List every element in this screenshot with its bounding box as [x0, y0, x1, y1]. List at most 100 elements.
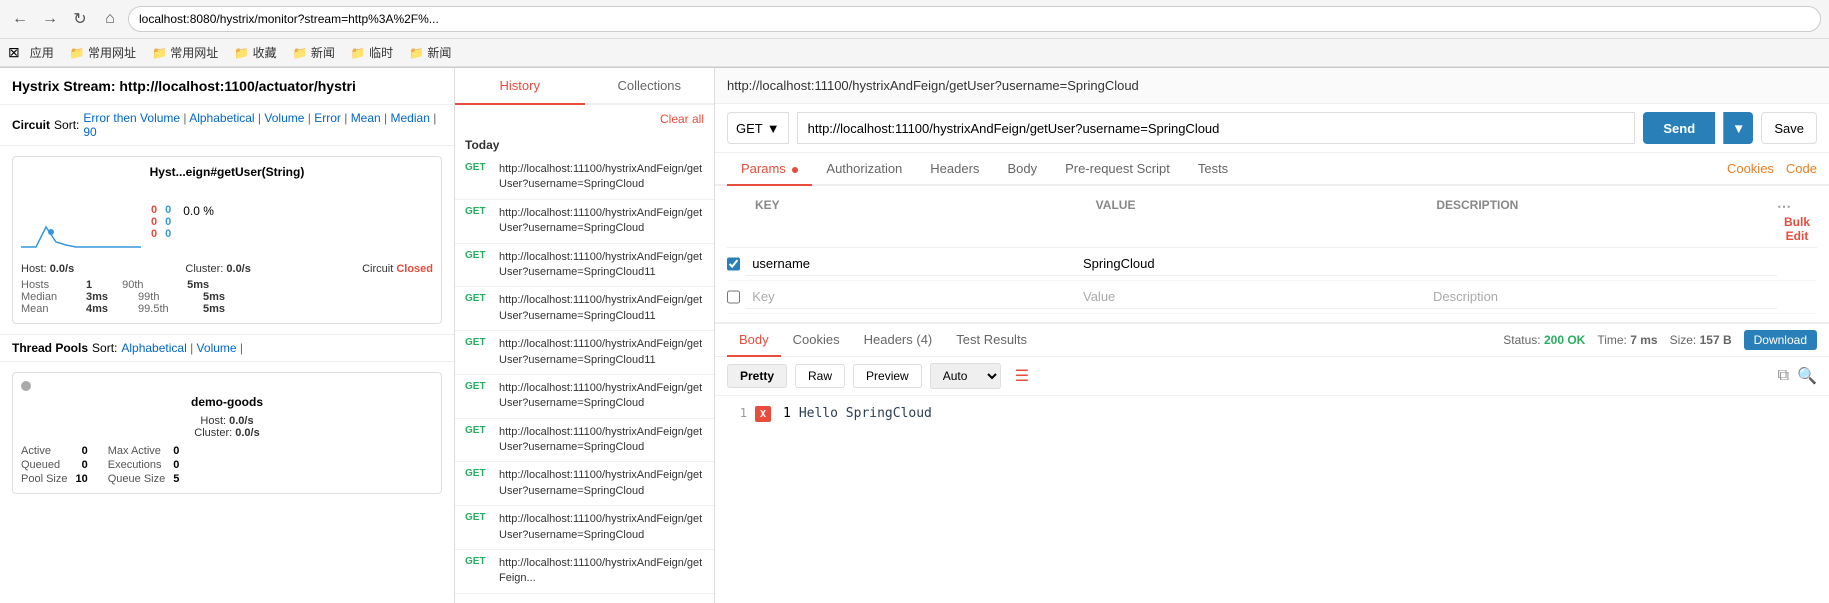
hystrix-title: Hystrix Stream: http://localhost:1100/ac… [0, 68, 454, 105]
thread-sort-volume[interactable]: Volume [197, 341, 237, 355]
back-button[interactable]: ← [8, 7, 32, 31]
param-value-1[interactable] [1077, 252, 1427, 276]
save-button[interactable]: Save [1761, 112, 1817, 144]
format-preview-button[interactable]: Preview [853, 364, 922, 388]
param-desc-2[interactable] [1427, 285, 1777, 309]
bookmark-common1[interactable]: 📁 常用网址 [64, 42, 142, 63]
refresh-button[interactable]: ↻ [68, 7, 92, 31]
param-key-2[interactable] [746, 285, 1077, 309]
more-actions-icon[interactable]: ⋯ [1777, 198, 1791, 214]
sort-mean[interactable]: Mean [351, 111, 381, 125]
percentile-table: Hosts1 90th5ms Median3ms 99th5ms Mean4ms… [21, 279, 433, 315]
sort-median[interactable]: Median [391, 111, 430, 125]
method-badge: GET [465, 250, 493, 261]
list-item[interactable]: GET http://localhost:11100/hystrixAndFei… [455, 462, 714, 506]
url-display: http://localhost:11100/hystrixAndFeign/g… [715, 68, 1829, 104]
tab-authorization[interactable]: Authorization [812, 153, 916, 186]
bookmark-temp[interactable]: 📁 临时 [345, 42, 399, 63]
status-label: Status: 200 OK [1503, 333, 1585, 347]
method-dropdown-icon: ▼ [767, 121, 780, 136]
tab-body[interactable]: Body [993, 153, 1051, 186]
forward-button[interactable]: → [38, 7, 62, 31]
list-item[interactable]: GET http://localhost:11100/hystrixAndFei… [455, 506, 714, 550]
copy-response-button[interactable]: ⧉ [1778, 366, 1789, 386]
bookmark-apps[interactable]: 应用 [24, 42, 60, 63]
format-raw-button[interactable]: Raw [795, 364, 845, 388]
bookmark-news2[interactable]: 📁 新闻 [403, 42, 457, 63]
search-response-button[interactable]: 🔍 [1797, 366, 1817, 386]
send-button[interactable]: Send [1643, 112, 1715, 144]
bookmark-collect[interactable]: 📁 收藏 [228, 42, 282, 63]
time-value: 7 ms [1630, 333, 1657, 347]
param-desc-1[interactable] [1427, 252, 1777, 276]
tab-prerequest[interactable]: Pre-request Script [1051, 153, 1184, 186]
sort-alpha[interactable]: Alphabetical [189, 111, 254, 125]
param-checkbox-1[interactable] [727, 257, 740, 271]
line-number-1: 1 [727, 406, 747, 420]
param-checkbox-2[interactable] [727, 290, 740, 304]
list-item[interactable]: GET http://localhost:11100/hystrixAndFei… [455, 244, 714, 288]
download-button[interactable]: Download [1744, 330, 1817, 350]
resp-status: Status: 200 OK Time: 7 ms Size: 157 B Do… [1503, 330, 1817, 350]
cookies-link[interactable]: Cookies [1727, 161, 1774, 176]
circuit-header: Circuit Sort: Error then Volume | Alphab… [0, 105, 454, 146]
method-badge: GET [465, 425, 493, 436]
sort-error-volume[interactable]: Error then Volume [83, 111, 180, 125]
format-pretty-button[interactable]: Pretty [727, 364, 787, 388]
list-item[interactable]: GET http://localhost:11100/hystrixAndFei… [455, 287, 714, 331]
list-item[interactable]: GET http://localhost:11100/hystrixAndFei… [455, 331, 714, 375]
sort-volume[interactable]: Volume [264, 111, 304, 125]
sort-error[interactable]: Error [314, 111, 341, 125]
response-text-1: Hello SpringCloud [799, 406, 932, 421]
response-tabs-bar: Body Cookies Headers (4) Test Results St… [715, 324, 1829, 357]
param-value-2[interactable] [1077, 285, 1427, 309]
tab-right-links: Cookies Code [1727, 161, 1817, 176]
clear-all-button[interactable]: Clear all [660, 112, 704, 126]
browser-url-bar[interactable] [128, 6, 1821, 32]
response-area: Body Cookies Headers (4) Test Results St… [715, 322, 1829, 603]
param-row-2 [727, 281, 1817, 314]
resp-actions: ⧉ 🔍 [1778, 366, 1817, 386]
sort-90[interactable]: 90 [83, 125, 96, 139]
method-badge: GET [465, 468, 493, 479]
method-badge: GET [465, 293, 493, 304]
format-icon[interactable]: ☰ [1015, 366, 1029, 386]
send-dropdown-button[interactable]: ▼ [1723, 112, 1753, 144]
home-button[interactable]: ⌂ [98, 7, 122, 31]
method-badge: GET [465, 556, 493, 567]
thread-sort-label: Sort: [92, 341, 117, 355]
param-key-1[interactable] [746, 252, 1077, 276]
list-item[interactable]: GET http://localhost:11100/hystrixAndFei… [455, 550, 714, 594]
response-content: 1 X 1 Hello SpringCloud [715, 396, 1829, 603]
history-panel: History Collections Clear all Today GET … [455, 68, 715, 603]
format-type-select[interactable]: Auto JSON XML HTML Text [930, 363, 1001, 389]
resp-tab-cookies[interactable]: Cookies [781, 324, 852, 357]
resp-tab-testresults[interactable]: Test Results [944, 324, 1039, 357]
list-item[interactable]: GET http://localhost:11100/hystrixAndFei… [455, 156, 714, 200]
hystrix-panel: Hystrix Stream: http://localhost:1100/ac… [0, 68, 455, 603]
bulk-edit-button[interactable]: Bulk Edit [1777, 215, 1817, 243]
resp-tab-headers[interactable]: Headers (4) [852, 324, 945, 357]
pool-stats: Active0 Queued0 Pool Size10 Max Active0 … [21, 445, 433, 485]
stat-blue-3: 0 [165, 228, 171, 240]
list-item[interactable]: GET http://localhost:11100/hystrixAndFei… [455, 200, 714, 244]
thread-pool-title: demo-goods [21, 395, 433, 409]
tab-tests[interactable]: Tests [1184, 153, 1242, 186]
tab-collections[interactable]: Collections [585, 68, 715, 103]
header-value: VALUE [1096, 198, 1437, 243]
circuit-percent: 0.0 % [183, 204, 214, 240]
resp-tab-body[interactable]: Body [727, 324, 781, 357]
url-input[interactable] [797, 112, 1636, 144]
circuit-cluster: 0.0/s [226, 263, 250, 275]
tab-history[interactable]: History [455, 68, 585, 105]
method-select[interactable]: GET ▼ [727, 112, 789, 144]
history-tabs: History Collections [455, 68, 714, 105]
list-item[interactable]: GET http://localhost:11100/hystrixAndFei… [455, 375, 714, 419]
bookmark-news1[interactable]: 📁 新闻 [287, 42, 341, 63]
bookmark-common2[interactable]: 📁 常用网址 [146, 42, 224, 63]
code-link[interactable]: Code [1786, 161, 1817, 176]
tab-headers[interactable]: Headers [916, 153, 993, 186]
list-item[interactable]: GET http://localhost:11100/hystrixAndFei… [455, 419, 714, 463]
thread-sort-alpha[interactable]: Alphabetical [121, 341, 186, 355]
tab-params[interactable]: Params [727, 153, 812, 186]
